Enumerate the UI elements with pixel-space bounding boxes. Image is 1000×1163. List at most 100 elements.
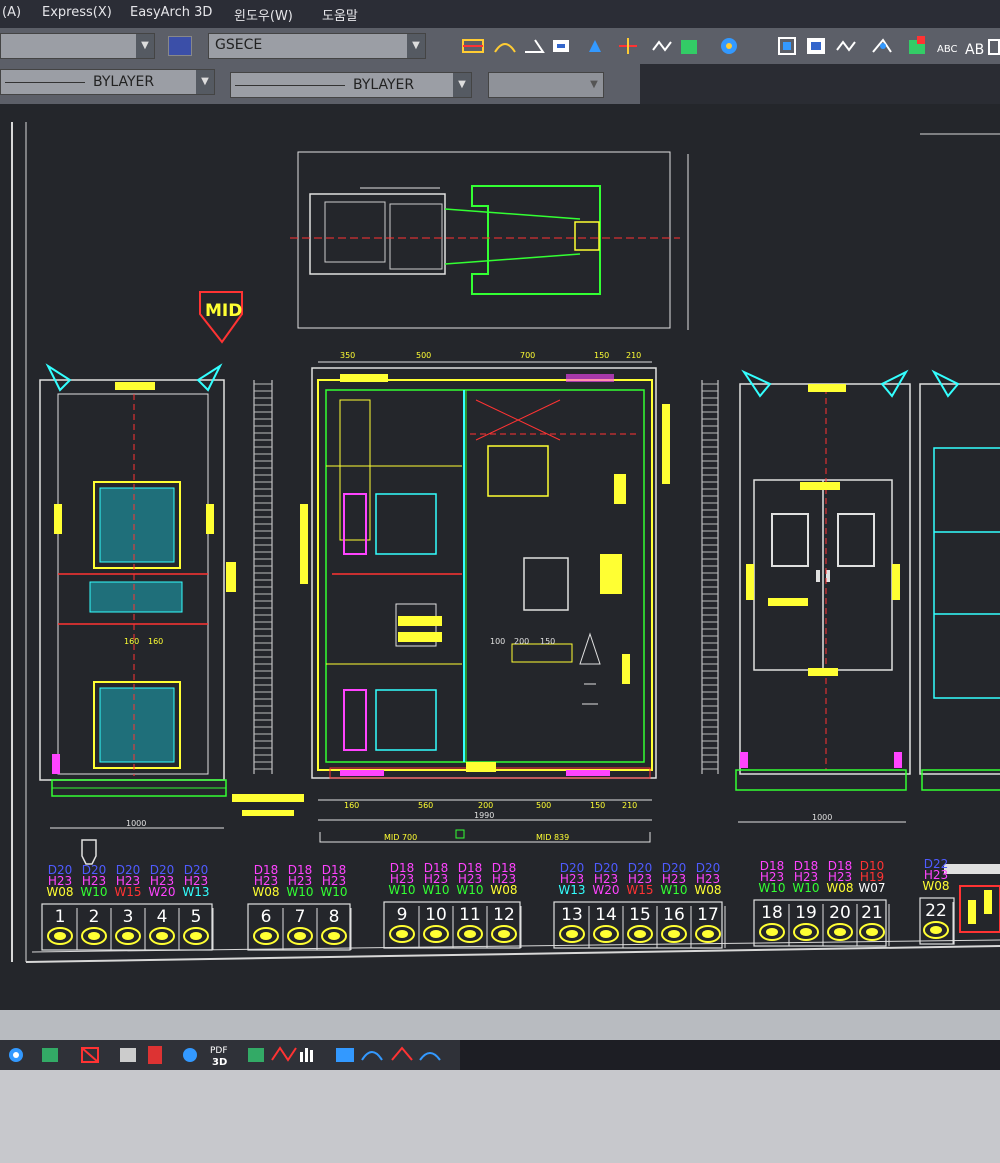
legend-w-code: W08 (922, 879, 949, 893)
legend-symbol-core (634, 930, 646, 938)
legend-w-code: W13 (182, 885, 209, 899)
legend-number: 12 (493, 905, 515, 925)
svg-text:AB: AB (965, 42, 984, 58)
legend-w-code: W15 (626, 883, 653, 897)
snap-icon (9, 1048, 23, 1062)
legend-symbol-core (54, 932, 66, 940)
text-tool-icon (909, 36, 925, 54)
top-dim-1: 350 (340, 351, 355, 360)
drawing-canvas[interactable]: MID 160 160 1000 100 200 150 350 500 700… (0, 104, 1000, 1010)
legend-cell: D20H23W2014 (592, 861, 624, 948)
lineweight-value: BYLAYER (353, 77, 415, 93)
legend-cell: D20H23W081 (46, 863, 78, 950)
top-dim-4: 150 (594, 351, 609, 360)
legend-w-code: W10 (286, 885, 313, 899)
ab-text-icon: AB (965, 42, 984, 58)
right-width-dim: 1000 (812, 813, 832, 822)
legend-w-code: W10 (660, 883, 687, 897)
legend-number: 2 (89, 907, 100, 927)
legend-symbol-core (260, 932, 272, 940)
top-dim-2: 500 (416, 351, 431, 360)
dim-angular-icon (525, 39, 545, 53)
curve-icon (361, 1051, 383, 1061)
legend-cell: D20H23W102 (80, 863, 112, 950)
dim-style-icon (807, 38, 825, 54)
dim-ladder-left (253, 380, 273, 774)
dim-arc-icon (494, 43, 516, 53)
linetype-combo[interactable]: BYLAYER ▼ (0, 69, 215, 95)
legend-number: 21 (861, 903, 883, 923)
legend-symbol-core (866, 928, 878, 936)
pdf-icon (148, 1046, 162, 1064)
legend-cell: D18H23W086 (252, 863, 284, 950)
legend-symbol-core (156, 932, 168, 940)
legend-w-code: W08 (490, 883, 517, 897)
chevron-down-icon[interactable]: ▼ (136, 34, 154, 58)
legend-w-code: W08 (694, 883, 721, 897)
lineweight-sample (235, 85, 345, 86)
legend-number: 15 (629, 905, 651, 925)
legend-cell: D20H23W1515 (626, 861, 658, 948)
legend-w-code: W10 (320, 885, 347, 899)
chevron-down-icon[interactable]: ▼ (585, 73, 603, 97)
legend-number: 4 (157, 907, 168, 927)
refresh-icon (248, 1048, 264, 1062)
plotstyle-combo[interactable]: ▼ (488, 72, 604, 98)
dim-update-icon (778, 37, 796, 55)
bottom-dim-5: 150 (590, 801, 605, 810)
bottom-dim-4: 500 (536, 801, 551, 810)
legend-symbol-core (668, 930, 680, 938)
legend-cell: D20H23W153 (114, 863, 146, 950)
mid-marker: MID (199, 291, 243, 344)
menu-item-easyarch[interactable]: EasyArch 3D (130, 5, 212, 20)
cad-drawing[interactable]: MID 160 160 1000 100 200 150 350 500 700… (0, 104, 1000, 1010)
legend-symbol-core (190, 932, 202, 940)
text-style-value: GSECE (215, 37, 263, 53)
pdf-label: PDF (210, 1046, 228, 1056)
lineweight-combo[interactable]: BYLAYER ▼ (230, 72, 472, 98)
legend-w-code: W08 (826, 881, 853, 895)
monitor-bezel (0, 1070, 1000, 1163)
legend-cell: D18H23W109 (388, 861, 420, 948)
legend-w-code: W10 (80, 885, 107, 899)
legend-cell: D18H23W108 (320, 863, 352, 950)
text-style-icon[interactable] (168, 36, 192, 56)
dim-ladder-right (701, 380, 719, 774)
mid-dim-1: 100 (490, 637, 505, 646)
svg-text:ABC: ABC (937, 44, 958, 55)
chevron-down-icon[interactable]: ▼ (196, 70, 214, 94)
far-right-elevation (919, 369, 1000, 791)
legend-cell: D18H23W1010 (422, 861, 454, 948)
legend-number: 5 (191, 907, 202, 927)
grid-icon (42, 1048, 58, 1062)
legend-cell: D18H23W0812 (490, 861, 522, 948)
mid-dim-2: 200 (514, 637, 529, 646)
legend-number: 18 (761, 903, 783, 923)
dim-radius-icon (553, 40, 569, 52)
legend-cell: D18H23W1018 (758, 859, 790, 946)
center-top-dims: 350 500 700 150 210 (318, 351, 652, 363)
text-style-combo[interactable]: GSECE ▼ (208, 33, 426, 59)
chevron-down-icon[interactable]: ▼ (407, 34, 425, 58)
legend-symbol-core (600, 930, 612, 938)
legend-number: 8 (329, 907, 340, 927)
menu-item-a[interactable]: (A) (2, 5, 21, 20)
menu-item-window[interactable]: 윈도우(W) (234, 5, 293, 24)
legend-number: 7 (295, 907, 306, 927)
dimension-toolbar-icons[interactable]: ABC AB (455, 32, 1000, 60)
legend-symbol-core (702, 930, 714, 938)
dim-baseline-icon (589, 40, 601, 52)
bottom-empty-area (460, 1040, 1000, 1070)
left-small-dim-1: 160 (124, 637, 139, 646)
chart-icon (336, 1048, 354, 1062)
legend-cell: D18H23W107 (286, 863, 318, 950)
top-dim-3: 700 (520, 351, 535, 360)
chevron-down-icon[interactable]: ▼ (453, 73, 471, 97)
menu-item-help[interactable]: 도움말 (322, 5, 358, 24)
right-elevation: 1000 (735, 369, 911, 823)
menu-item-express[interactable]: Express(X) (42, 5, 112, 20)
legend-number: 3 (123, 907, 134, 927)
legend-symbol-core (430, 930, 442, 938)
layer-combo[interactable]: ▼ (0, 33, 155, 59)
legend-cell: D10H19W0721 (858, 859, 890, 946)
